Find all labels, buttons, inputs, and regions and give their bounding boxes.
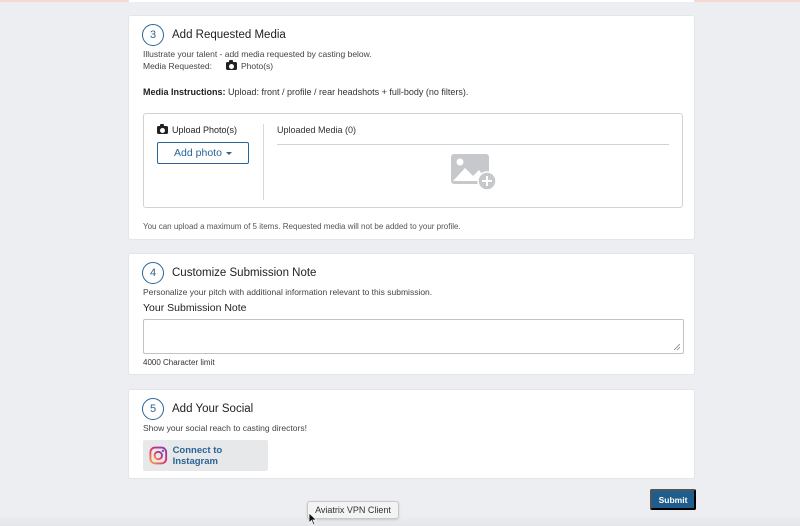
connect-instagram-label: Connect to Instagram: [172, 444, 223, 467]
vpn-tooltip: Aviatrix VPN Client: [307, 501, 399, 519]
character-limit: 4000 Character limit: [143, 358, 215, 367]
image-add-icon[interactable]: [450, 153, 498, 191]
social-section-card: 5 Add Your Social Show your social reach…: [128, 389, 695, 479]
media-requested-value: Photo(s): [241, 61, 274, 71]
submission-note-label: Your Submission Note: [143, 302, 247, 314]
vertical-divider: [263, 124, 264, 200]
camera-icon: [157, 124, 168, 134]
previous-card-edge: [128, 0, 695, 2]
section-description: Illustrate your talent - add media reque…: [143, 49, 372, 59]
connect-instagram-button[interactable]: Connect to Instagram: [143, 440, 268, 471]
taskbar-strip: [0, 515, 800, 526]
resize-grip-icon[interactable]: [674, 344, 680, 350]
upload-box: Upload Photo(s) Add photo Uploaded Media…: [143, 113, 683, 208]
media-instructions-label: Media Instructions:: [143, 87, 226, 97]
upload-limit-note: You can upload a maximum of 5 items. Req…: [143, 222, 461, 231]
social-section-header: 5 Add Your Social: [142, 398, 253, 420]
caret-down-icon: [225, 151, 232, 155]
note-section-header: 4 Customize Submission Note: [142, 262, 316, 284]
step-number-5: 5: [142, 398, 164, 420]
mouse-cursor-icon: [309, 513, 318, 526]
media-requested-label: Media Requested:: [143, 61, 212, 71]
submit-button[interactable]: Submit: [650, 489, 696, 510]
media-section-header: 3 Add Requested Media: [142, 24, 286, 46]
upload-photos-title: Upload Photo(s): [157, 124, 238, 135]
media-instructions: Media Instructions: Upload: front / prof…: [143, 87, 468, 97]
section-title: Customize Submission Note: [172, 267, 317, 279]
upload-photos-label: Upload Photo(s): [172, 125, 238, 135]
media-requested-row: Media Requested: Photo(s): [143, 60, 274, 71]
horizontal-divider: [277, 144, 669, 145]
section-description: Personalize your pitch with additional i…: [143, 287, 433, 297]
step-number-4: 4: [142, 262, 164, 284]
step-number-3: 3: [142, 24, 164, 46]
add-photo-label: Add photo: [174, 147, 222, 159]
section-title: Add Your Social: [172, 403, 254, 415]
media-instructions-text: Upload: front / profile / rear headshots…: [225, 87, 469, 97]
media-section-card: 3 Add Requested Media Illustrate your ta…: [128, 15, 695, 240]
section-description: Show your social reach to casting direct…: [143, 423, 307, 433]
camera-icon: [226, 60, 237, 70]
section-title: Add Requested Media: [172, 29, 286, 41]
submission-note-textarea[interactable]: [143, 319, 684, 354]
uploaded-media-title: Uploaded Media (0): [277, 125, 357, 135]
add-photo-dropdown-button[interactable]: Add photo: [157, 142, 249, 164]
note-section-card: 4 Customize Submission Note Personalize …: [128, 253, 695, 375]
instagram-icon: [149, 446, 168, 465]
